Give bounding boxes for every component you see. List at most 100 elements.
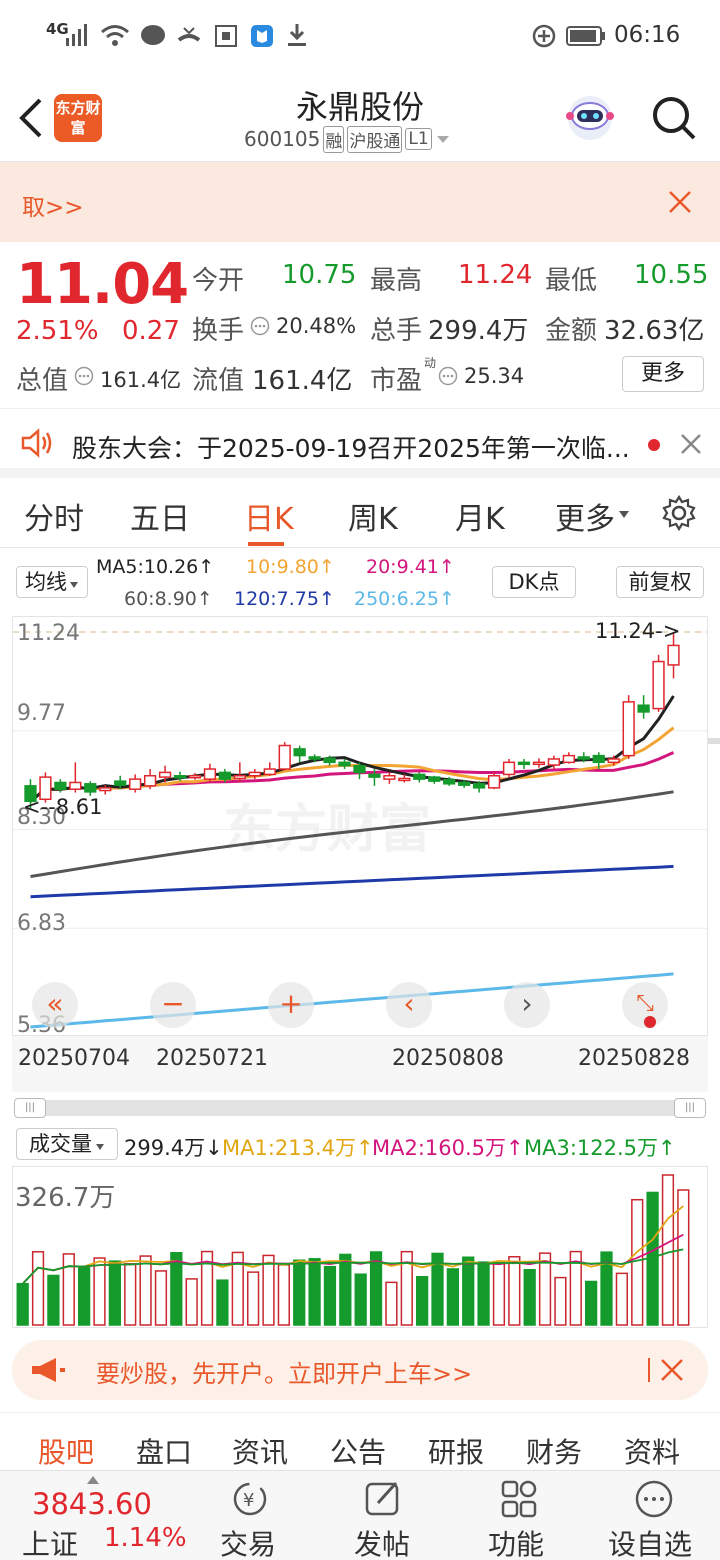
- volume-bar: [154, 1270, 168, 1326]
- tab-financials[interactable]: 财务: [526, 1431, 582, 1471]
- info-dots-icon[interactable]: [438, 366, 458, 386]
- candle-body: [443, 779, 456, 785]
- tab-news[interactable]: 资讯: [232, 1431, 288, 1471]
- search-icon[interactable]: [650, 94, 698, 142]
- dk-point-button[interactable]: DK点: [492, 566, 576, 598]
- zoom-in-button[interactable]: +: [268, 982, 314, 1028]
- app-logo[interactable]: 东方财富: [54, 94, 102, 142]
- volume-bar: [339, 1253, 352, 1326]
- volume-bar: [477, 1261, 490, 1326]
- candle-body: [592, 754, 605, 764]
- tab-announcements[interactable]: 公告: [330, 1431, 386, 1471]
- volume-bar: [247, 1271, 260, 1326]
- ma60-value: 60:8.90↑: [124, 588, 213, 610]
- volume-bar: [124, 1263, 137, 1326]
- info-tabs: 股吧 盘口 资讯 公告 研报 财务 资料: [0, 1412, 720, 1470]
- trade-label[interactable]: 交易: [220, 1523, 276, 1560]
- tab-order-book[interactable]: 盘口: [136, 1431, 192, 1471]
- back-arrow-icon[interactable]: [16, 96, 44, 140]
- volume-indicator-select[interactable]: 成交量: [16, 1128, 118, 1160]
- caret-up-icon: [87, 1476, 99, 1484]
- adjust-button[interactable]: 前复权: [616, 566, 704, 598]
- candle-body: [413, 773, 426, 780]
- trade-icon[interactable]: ¥: [230, 1479, 270, 1519]
- tab-research[interactable]: 研报: [428, 1431, 484, 1471]
- zoom-out-button[interactable]: −: [150, 982, 196, 1028]
- features-label[interactable]: 功能: [488, 1523, 544, 1560]
- close-icon[interactable]: [680, 433, 702, 455]
- kline-chart[interactable]: 东方财富 11.24 9.77 8.30 6.83 5.36 11.24-> <…: [12, 616, 708, 1038]
- indicator-select[interactable]: 均线: [16, 566, 88, 598]
- add-watchlist-icon[interactable]: [634, 1479, 674, 1519]
- announcement-bar[interactable]: 股东大会：于2025-09-19召开2025年第一次临...: [0, 408, 720, 478]
- quote-panel: 11.04 2.51% 0.27 总值 161.4亿 今开 10.75 最高 1…: [0, 242, 720, 408]
- add-watchlist-label[interactable]: 设自选: [608, 1523, 692, 1560]
- gear-icon[interactable]: [660, 494, 698, 532]
- float-cap-label: 流值: [192, 366, 245, 396]
- tab-daily-k[interactable]: 日K: [244, 494, 294, 538]
- info-dots-icon[interactable]: [74, 366, 94, 386]
- candle-body: [158, 771, 172, 778]
- stock-name: 永鼎股份: [295, 88, 424, 126]
- post-label[interactable]: 发帖: [354, 1523, 410, 1560]
- range-handle-left[interactable]: |||: [14, 1098, 46, 1118]
- close-icon[interactable]: [660, 1358, 684, 1382]
- volume-bar: [16, 1282, 29, 1326]
- tab-more[interactable]: 更多: [555, 494, 615, 538]
- tab-five-day[interactable]: 五日: [130, 494, 190, 538]
- scroll-left-button[interactable]: ‹: [386, 982, 432, 1028]
- open-label: 今开: [192, 266, 245, 296]
- tab-profile[interactable]: 资料: [624, 1431, 680, 1471]
- last-price: 11.04: [16, 252, 189, 317]
- index-value[interactable]: 3843.60: [32, 1487, 152, 1521]
- close-icon[interactable]: [668, 190, 692, 214]
- tab-weekly-k[interactable]: 周K: [348, 494, 398, 538]
- ad-text[interactable]: 要炒股，先开户。立即开户上车>>: [96, 1354, 472, 1389]
- range-handle-right[interactable]: |||: [674, 1098, 706, 1118]
- volume-chart[interactable]: 326.7万: [12, 1166, 708, 1328]
- scroll-right-button[interactable]: ›: [504, 982, 550, 1028]
- open-account-ad[interactable]: 要炒股，先开户。立即开户上车>>: [12, 1340, 708, 1400]
- app-notification-icon: [251, 25, 273, 47]
- turnover-label: 换手: [192, 316, 245, 346]
- tab-forum[interactable]: 股吧: [38, 1431, 94, 1471]
- y-axis-label: 11.24: [17, 621, 80, 646]
- tab-monthly-k[interactable]: 月K: [455, 494, 505, 538]
- megaphone-icon: [32, 1358, 65, 1382]
- volume-bar: [631, 1198, 644, 1326]
- tab-intraday[interactable]: 分时: [24, 494, 84, 538]
- candle-body: [577, 756, 590, 760]
- volume-ma1: MA1:213.4万↑: [222, 1136, 374, 1160]
- level-badge: L1: [405, 128, 432, 150]
- connect-badge: 沪股通: [347, 125, 403, 153]
- stock-code: 600105: [244, 127, 321, 151]
- volume-bar: [47, 1274, 60, 1326]
- pe-superscript: 动: [424, 356, 437, 370]
- volume-bar: [293, 1259, 306, 1326]
- screenshot-icon: [215, 25, 237, 47]
- ma5-value: MA5:10.26↑: [96, 556, 215, 578]
- stock-code-row[interactable]: 600105 融 沪股通 L1: [244, 125, 451, 153]
- change-percent: 2.51%: [16, 316, 99, 346]
- range-scroller[interactable]: ||| |||: [14, 1098, 706, 1118]
- info-dots-icon[interactable]: [250, 316, 270, 336]
- index-name[interactable]: 上证: [22, 1523, 78, 1560]
- volume-label: 总手: [370, 316, 423, 346]
- rewind-button[interactable]: «: [32, 982, 78, 1028]
- post-icon[interactable]: [364, 1479, 404, 1519]
- index-change[interactable]: 1.14%: [104, 1523, 187, 1553]
- volume-bar: [62, 1253, 75, 1326]
- candle-body: [293, 748, 306, 757]
- candle-body: [99, 787, 112, 792]
- features-icon[interactable]: [500, 1479, 540, 1519]
- volume-ma3: MA3:122.5万↑: [524, 1136, 676, 1160]
- promo-banner[interactable]: 取>>: [0, 162, 720, 242]
- robot-assistant-icon[interactable]: [562, 90, 618, 146]
- banner-text[interactable]: 取>>: [22, 188, 84, 222]
- kline-plot: [13, 631, 707, 1029]
- announcement-text[interactable]: 股东大会：于2025-09-19召开2025年第一次临...: [72, 429, 632, 465]
- volume-bar: [385, 1281, 398, 1326]
- more-button[interactable]: 更多: [622, 356, 704, 392]
- candle-body: [188, 775, 202, 779]
- high-marker: 11.24->: [595, 619, 681, 643]
